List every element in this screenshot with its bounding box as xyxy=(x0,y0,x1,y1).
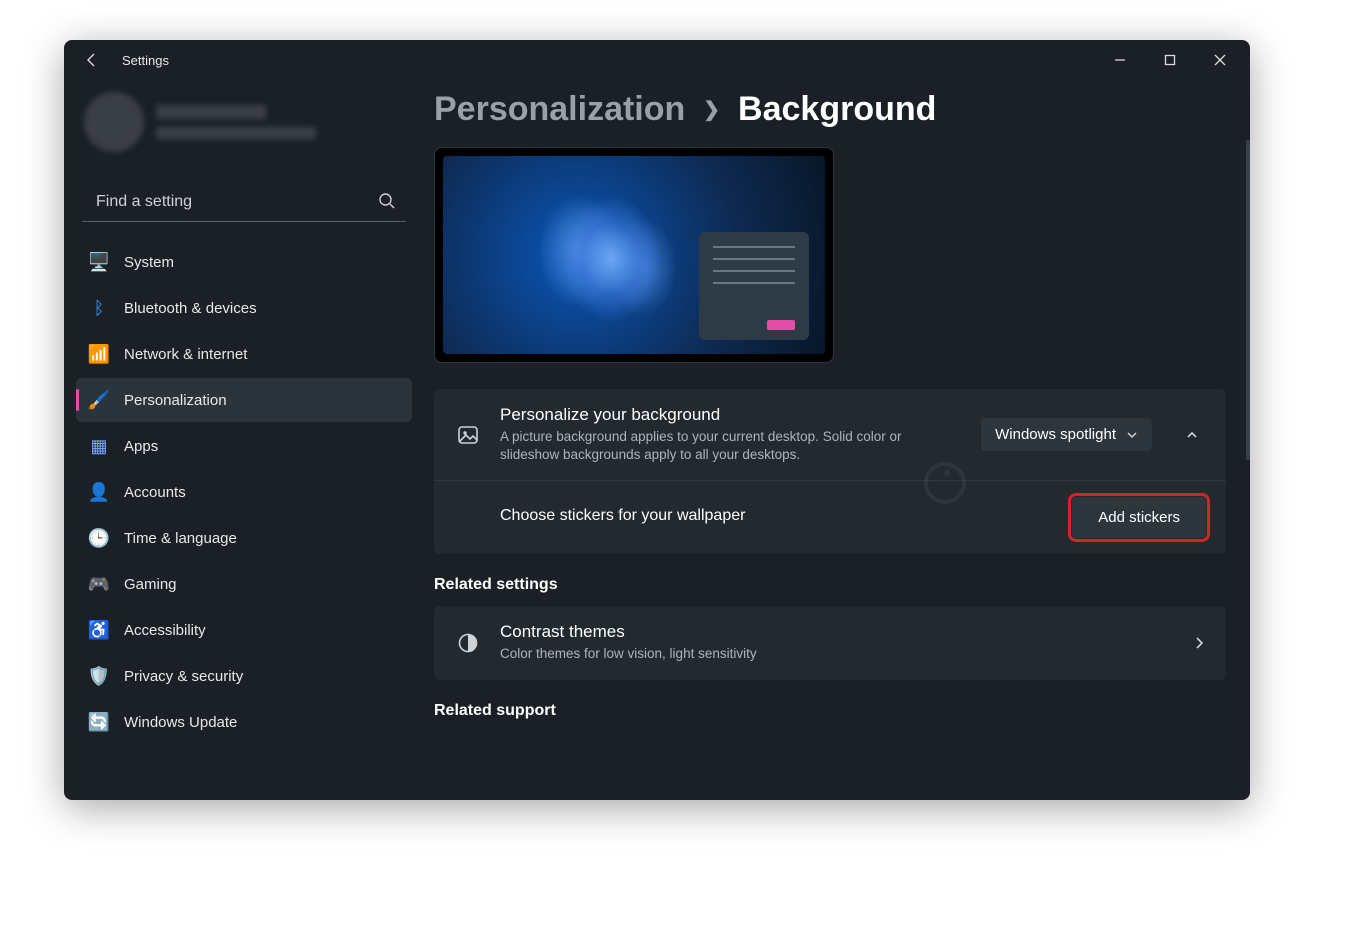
search-box[interactable] xyxy=(82,182,406,222)
titlebar: Settings xyxy=(64,40,1250,80)
sidebar-item-label: Personalization xyxy=(124,392,227,409)
close-icon xyxy=(1214,54,1226,66)
sidebar-item-gaming[interactable]: 🎮 Gaming xyxy=(76,562,412,606)
sidebar-item-label: Gaming xyxy=(124,576,177,593)
sidebar-item-label: Accessibility xyxy=(124,622,206,639)
contrast-title: Contrast themes xyxy=(500,622,1174,642)
related-settings-card: Contrast themes Color themes for low vis… xyxy=(434,606,1226,679)
stickers-row: Choose stickers for your wallpaper Add s… xyxy=(434,480,1226,554)
breadcrumb-root[interactable]: Personalization xyxy=(434,90,685,129)
maximize-button[interactable] xyxy=(1148,44,1192,76)
chevron-right-icon: ❯ xyxy=(703,97,720,122)
personalize-row: Personalize your background A picture ba… xyxy=(434,389,1226,480)
sidebar-item-label: Network & internet xyxy=(124,346,247,363)
picture-icon xyxy=(454,423,482,447)
sidebar: 🖥️ System ᛒ Bluetooth & devices 📶 Network & i… xyxy=(64,80,424,800)
arrow-left-icon xyxy=(84,52,100,68)
breadcrumb-current: Background xyxy=(738,90,936,129)
minimize-button[interactable] xyxy=(1098,44,1142,76)
nav-icon: ♿ xyxy=(88,619,110,641)
avatar xyxy=(84,92,144,152)
close-button[interactable] xyxy=(1198,44,1242,76)
preview-wallpaper xyxy=(443,156,825,354)
sidebar-item-time-language[interactable]: 🕒 Time & language xyxy=(76,516,412,560)
contrast-icon xyxy=(454,632,482,654)
search-input[interactable] xyxy=(82,182,406,222)
scrollbar[interactable] xyxy=(1246,140,1250,460)
sidebar-item-label: Time & language xyxy=(124,530,237,547)
sidebar-item-label: Accounts xyxy=(124,484,186,501)
related-support-heading: Related support xyxy=(434,702,1226,720)
contrast-desc: Color themes for low vision, light sensi… xyxy=(500,645,1174,663)
add-stickers-button[interactable]: Add stickers xyxy=(1072,497,1206,538)
main-content: Personalization ❯ Background xyxy=(424,80,1250,800)
search-icon[interactable] xyxy=(378,192,396,210)
account-profile[interactable] xyxy=(76,80,412,160)
back-button[interactable] xyxy=(78,46,106,74)
related-settings-heading: Related settings xyxy=(434,576,1226,594)
select-value: Windows spotlight xyxy=(995,426,1116,443)
contrast-themes-link[interactable]: Contrast themes Color themes for low vis… xyxy=(434,606,1226,679)
sidebar-item-label: System xyxy=(124,254,174,271)
sidebar-item-windows-update[interactable]: 🔄 Windows Update xyxy=(76,700,412,744)
sidebar-item-apps[interactable]: ▦ Apps xyxy=(76,424,412,468)
nav-icon: 🕒 xyxy=(88,527,110,549)
breadcrumb: Personalization ❯ Background xyxy=(434,90,1226,129)
sidebar-item-personalization[interactable]: 🖌️ Personalization xyxy=(76,378,412,422)
sidebar-item-label: Bluetooth & devices xyxy=(124,300,257,317)
sidebar-item-privacy-security[interactable]: 🛡️ Privacy & security xyxy=(76,654,412,698)
nav-icon: 🎮 xyxy=(88,573,110,595)
background-preview xyxy=(434,147,834,363)
sidebar-item-label: Apps xyxy=(124,438,158,455)
nav-icon: 🛡️ xyxy=(88,665,110,687)
personalize-title: Personalize your background xyxy=(500,405,963,425)
nav-icon: ▦ xyxy=(88,435,110,457)
window-title: Settings xyxy=(122,53,169,68)
maximize-icon xyxy=(1164,54,1176,66)
sidebar-item-accounts[interactable]: 👤 Accounts xyxy=(76,470,412,514)
personalize-desc: A picture background applies to your cur… xyxy=(500,428,963,464)
chevron-right-icon xyxy=(1192,636,1206,650)
stickers-label: Choose stickers for your wallpaper xyxy=(500,507,1054,525)
expand-toggle[interactable] xyxy=(1178,421,1206,449)
nav-list: 🖥️ System ᛒ Bluetooth & devices 📶 Network & i… xyxy=(76,240,412,744)
preview-window-card xyxy=(699,232,809,340)
nav-icon: ᛒ xyxy=(88,297,110,319)
background-type-select[interactable]: Windows spotlight xyxy=(981,418,1152,451)
sidebar-item-label: Privacy & security xyxy=(124,668,243,685)
chevron-up-icon xyxy=(1185,428,1199,442)
minimize-icon xyxy=(1114,54,1126,66)
profile-text xyxy=(156,105,316,139)
sidebar-item-label: Windows Update xyxy=(124,714,237,731)
nav-icon: 🖌️ xyxy=(88,389,110,411)
nav-icon: 🖥️ xyxy=(88,251,110,273)
sidebar-item-system[interactable]: 🖥️ System xyxy=(76,240,412,284)
sidebar-item-accessibility[interactable]: ♿ Accessibility xyxy=(76,608,412,652)
sidebar-item-network-internet[interactable]: 📶 Network & internet xyxy=(76,332,412,376)
nav-icon: 🔄 xyxy=(88,711,110,733)
nav-icon: 📶 xyxy=(88,343,110,365)
nav-icon: 👤 xyxy=(88,481,110,503)
settings-window: Settings 🖥️ System ᛒ xyxy=(64,40,1250,800)
sidebar-item-bluetooth-devices[interactable]: ᛒ Bluetooth & devices xyxy=(76,286,412,330)
personalize-card: Personalize your background A picture ba… xyxy=(434,389,1226,554)
chevron-down-icon xyxy=(1126,429,1138,441)
